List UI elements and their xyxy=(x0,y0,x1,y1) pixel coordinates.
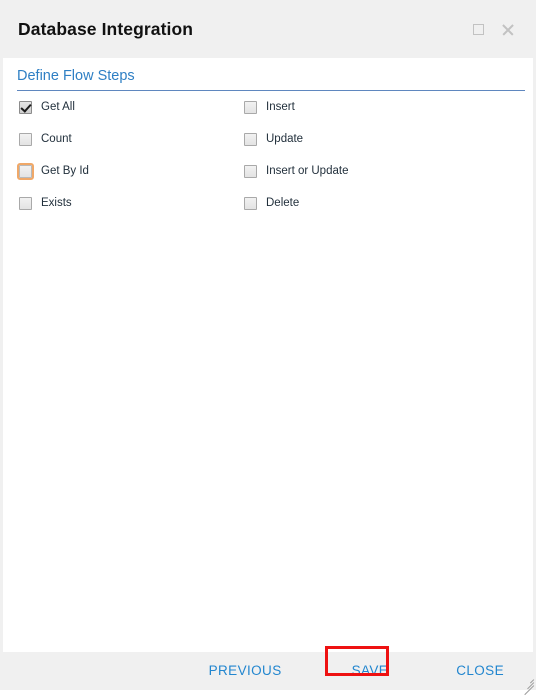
dialog-titlebar: Database Integration xyxy=(0,0,536,58)
checkbox-item-get-all[interactable]: Get All xyxy=(3,101,224,114)
checkbox-label-insert-or-update: Insert or Update xyxy=(266,165,349,177)
maximize-icon xyxy=(472,23,484,35)
checkbox-exists[interactable] xyxy=(19,197,32,210)
save-button-wrapper: SAVE xyxy=(324,646,395,683)
database-integration-dialog: Database Integration Define Flow Steps G… xyxy=(0,0,536,695)
checkbox-label-exists: Exists xyxy=(41,197,72,209)
checkbox-insert-or-update[interactable] xyxy=(244,165,257,178)
dialog-body: Define Flow Steps Get All Insert Count U… xyxy=(0,58,536,652)
checkbox-item-count[interactable]: Count xyxy=(3,133,224,146)
dialog-footer: PREVIOUS SAVE CLOSE xyxy=(0,646,536,695)
dialog-title: Database Integration xyxy=(18,19,194,40)
checkbox-item-insert-or-update[interactable]: Insert or Update xyxy=(224,165,484,178)
flow-steps-row: Exists Delete xyxy=(3,197,533,229)
checkbox-count[interactable] xyxy=(19,133,32,146)
checkbox-label-count: Count xyxy=(41,133,72,145)
checkbox-item-delete[interactable]: Delete xyxy=(224,197,484,210)
define-flow-steps-section: Define Flow Steps Get All Insert Count U… xyxy=(3,67,533,229)
checkbox-get-all[interactable] xyxy=(19,101,32,114)
close-button[interactable] xyxy=(498,19,518,39)
flow-steps-row: Count Update xyxy=(3,133,533,165)
close-icon xyxy=(500,21,516,37)
checkbox-insert[interactable] xyxy=(244,101,257,114)
close-footer-button[interactable]: CLOSE xyxy=(450,659,510,683)
section-title-define-flow-steps: Define Flow Steps xyxy=(17,67,525,91)
flow-steps-checkbox-grid: Get All Insert Count Update Get By Id In… xyxy=(3,101,533,229)
checkbox-label-update: Update xyxy=(266,133,304,145)
flow-steps-row: Get By Id Insert or Update xyxy=(3,163,533,197)
window-controls xyxy=(468,19,522,39)
save-button[interactable]: SAVE xyxy=(346,659,395,683)
resize-grip-icon[interactable] xyxy=(520,674,535,695)
checkbox-delete[interactable] xyxy=(244,197,257,210)
checkbox-label-delete: Delete xyxy=(266,197,300,209)
checkbox-update[interactable] xyxy=(244,133,257,146)
checkbox-label-get-by-id: Get By Id xyxy=(41,165,89,177)
previous-button[interactable]: PREVIOUS xyxy=(203,659,288,683)
maximize-button[interactable] xyxy=(468,19,488,39)
checkbox-item-update[interactable]: Update xyxy=(224,133,484,146)
checkbox-item-insert[interactable]: Insert xyxy=(224,101,484,114)
flow-steps-row: Get All Insert xyxy=(3,101,533,133)
checkbox-item-get-by-id[interactable]: Get By Id xyxy=(3,163,224,180)
checkbox-label-get-all: Get All xyxy=(41,101,75,113)
checkbox-get-by-id[interactable] xyxy=(17,163,34,180)
checkbox-item-exists[interactable]: Exists xyxy=(3,197,224,210)
checkbox-label-insert: Insert xyxy=(266,101,295,113)
